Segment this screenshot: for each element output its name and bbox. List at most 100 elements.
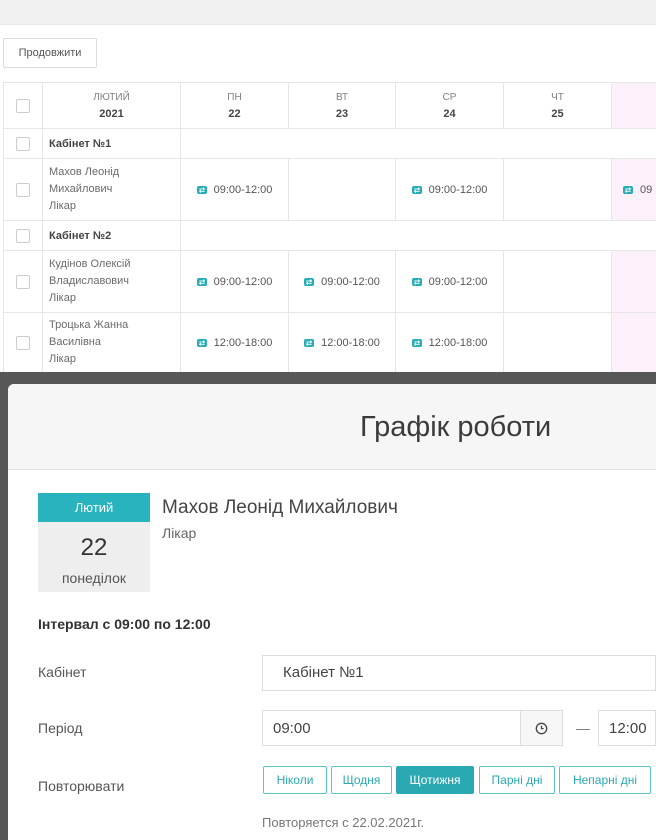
slot-cell-fri[interactable] (611, 312, 656, 372)
page: Продовжити ЛЮТИЙ 2021 ПН 22 ВТ 23 СР 24 … (0, 0, 656, 840)
month-label: ЛЮТИЙ (93, 91, 130, 103)
date-card-day: 22 (80, 534, 108, 561)
day-header-thu: ЧТ 25 (503, 82, 612, 129)
repeat-icon (411, 277, 422, 286)
repeat-icon (196, 185, 207, 194)
slot-cell-thu[interactable] (503, 158, 612, 221)
day-header-fri (611, 82, 656, 129)
table-row: Троцька Жанна Василівна Лікар 12:00-18:0… (3, 312, 656, 372)
group-name: Кабінет №2 (42, 220, 181, 251)
slot-cell-wed[interactable]: 09:00-12:00 (395, 158, 504, 221)
day-header-wed: СР 24 (395, 82, 504, 129)
schedule-header-row: ЛЮТИЙ 2021 ПН 22 ВТ 23 СР 24 ЧТ 25 (3, 82, 656, 129)
slot-cell-thu[interactable] (503, 250, 612, 313)
slot-time: 09:00-12:00 (321, 275, 380, 288)
modal-overlay: Графік роботи Лютий 22 понеділок Махов Л… (0, 372, 656, 840)
row-checkbox[interactable] (16, 274, 30, 289)
group-name: Кабінет №1 (42, 128, 181, 159)
date-card-weekday: понеділок (61, 570, 127, 586)
date-card: Лютий 22 понеділок (38, 493, 150, 592)
repeat-option-even-days[interactable]: Парні дні (479, 766, 555, 794)
slot-time: 09:00-12:00 (428, 183, 488, 196)
group-row: Кабінет №2 (3, 220, 656, 251)
employee-cell: Кудінов Олексій Владиславович Лікар (42, 250, 181, 313)
employee-cell: Махов Леонід Михайлович Лікар (42, 158, 181, 221)
row-checkbox[interactable] (16, 335, 30, 350)
employee-name-line: Михайлович (49, 183, 113, 195)
slot-cell-tue[interactable]: 12:00-18:00 (288, 312, 396, 372)
repeat-icon (623, 185, 633, 194)
day-number: 25 (551, 107, 564, 120)
repeat-label: Повторювати (38, 778, 125, 794)
repeat-icon (304, 277, 315, 286)
period-end-input[interactable] (598, 710, 656, 746)
slot-cell-wed[interactable]: 12:00-18:00 (395, 312, 504, 372)
employee-role: Лікар (49, 292, 76, 304)
repeat-icon (411, 185, 422, 194)
slot-time: 09:00-12:00 (213, 275, 273, 288)
day-number: 24 (443, 107, 456, 120)
checkbox-cell (3, 158, 43, 221)
employee-role: Лікар (162, 525, 197, 541)
repeat-icon (411, 338, 422, 347)
slot-time: 12:00-18:00 (428, 336, 488, 349)
employee-name-line: Махов Леонід (49, 166, 120, 178)
day-header-tue: ВТ 23 (288, 82, 396, 129)
row-checkbox[interactable] (16, 182, 30, 197)
month-header: ЛЮТИЙ 2021 (42, 82, 181, 129)
schedule-table: ЛЮТИЙ 2021 ПН 22 ВТ 23 СР 24 ЧТ 25 Кабін… (3, 82, 656, 372)
slot-cell-mon[interactable]: 09:00-12:00 (180, 158, 289, 221)
weekday-label: ПН (227, 91, 242, 103)
time-picker-button[interactable] (520, 710, 563, 746)
modal-title: Графік роботи (360, 411, 552, 443)
slot-cell-tue[interactable] (288, 158, 396, 221)
repeat-option-weekly[interactable]: Щотижня (396, 766, 474, 794)
slot-time: 12:00-18:00 (213, 336, 273, 349)
top-bar (0, 0, 656, 25)
interval-heading: Інтервал с 09:00 по 12:00 (38, 616, 211, 632)
repeat-icon (196, 277, 207, 286)
slot-cell-fri[interactable]: 09 (611, 158, 656, 221)
slot-cell-thu[interactable] (503, 312, 612, 372)
group-checkbox[interactable] (16, 228, 30, 243)
table-row: Махов Леонід Михайлович Лікар 09:00-12:0… (3, 158, 656, 221)
header-checkbox-cell (3, 82, 43, 129)
employee-name-line: Владиславович (49, 275, 130, 287)
period-start-input[interactable] (262, 710, 521, 746)
checkbox-cell (3, 220, 43, 251)
slot-time: 12:00-18:00 (321, 336, 380, 349)
slot-cell-wed[interactable]: 09:00-12:00 (395, 250, 504, 313)
employee-role: Лікар (49, 200, 76, 212)
continue-button[interactable]: Продовжити (3, 38, 97, 68)
slot-cell-tue[interactable]: 09:00-12:00 (288, 250, 396, 313)
repeat-icon (304, 338, 315, 347)
employee-name-line: Троцька Жанна (49, 319, 129, 331)
select-all-checkbox[interactable] (16, 98, 30, 113)
employee-name: Махов Леонід Михайлович (162, 497, 398, 518)
repeat-option-odd-days[interactable]: Непарні дні (559, 766, 651, 794)
cabinet-select[interactable]: Кабінет №1 (262, 655, 656, 691)
slot-time: 09:00-12:00 (428, 275, 488, 288)
date-card-month: Лютий (38, 493, 150, 522)
day-number: 23 (335, 107, 349, 120)
clock-icon (535, 722, 548, 734)
group-row: Кабінет №1 (3, 128, 656, 159)
weekday-label: ЧТ (551, 91, 564, 103)
employee-name-line: Кудінов Олексій (49, 258, 131, 270)
group-checkbox[interactable] (16, 136, 30, 151)
group-row-filler (180, 220, 656, 251)
repeat-option-daily[interactable]: Щодня (331, 766, 392, 794)
slot-cell-mon[interactable]: 12:00-18:00 (180, 312, 289, 372)
slot-cell-fri[interactable] (611, 250, 656, 313)
slot-cell-mon[interactable]: 09:00-12:00 (180, 250, 289, 313)
period-separator: — (576, 720, 590, 736)
weekday-label: ВТ (335, 91, 349, 103)
repeat-option-never[interactable]: Ніколи (263, 766, 327, 794)
schedule-table-wrap: ЛЮТИЙ 2021 ПН 22 ВТ 23 СР 24 ЧТ 25 Кабін… (3, 82, 656, 372)
day-number: 22 (228, 107, 241, 120)
work-schedule-modal: Графік роботи Лютий 22 понеділок Махов Л… (8, 384, 656, 840)
weekday-label: СР (442, 91, 457, 103)
period-label: Період (38, 720, 83, 736)
group-row-filler (180, 128, 656, 159)
employee-cell: Троцька Жанна Василівна Лікар (42, 312, 181, 372)
